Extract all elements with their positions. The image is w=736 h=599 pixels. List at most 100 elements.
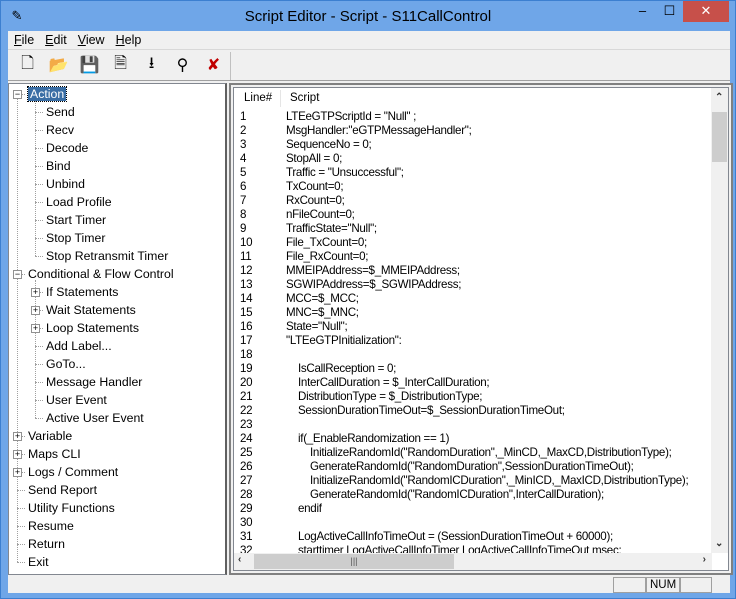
tree-item-logs-comment[interactable]: Logs / Comment bbox=[28, 464, 118, 481]
find-button[interactable]: ⚲ bbox=[167, 53, 198, 77]
vertical-scrollbar[interactable]: ⌃ ⌄ bbox=[711, 88, 728, 553]
menu-bar: File Edit View Help bbox=[8, 31, 730, 49]
tree-item-return[interactable]: Return bbox=[28, 536, 65, 553]
insert-button[interactable]: ⭳ bbox=[136, 53, 167, 77]
script-text: GenerateRandomId("RandomICDuration",Inte… bbox=[310, 488, 604, 501]
horizontal-scrollbar[interactable]: ‹ ||| › bbox=[234, 553, 712, 570]
menu-help[interactable]: Help bbox=[112, 31, 149, 48]
tree-item-loop-statements[interactable]: Loop Statements bbox=[46, 320, 139, 337]
tree-item-recv[interactable]: Recv bbox=[46, 122, 74, 139]
scroll-up-icon[interactable]: ⌃ bbox=[715, 92, 723, 103]
close-button[interactable]: ✕ bbox=[683, 1, 729, 22]
scroll-left-icon[interactable]: ‹ bbox=[238, 554, 241, 565]
expand-icon[interactable]: + bbox=[31, 306, 40, 315]
line-number: 30 bbox=[240, 516, 253, 529]
scroll-right-icon[interactable]: › bbox=[703, 554, 706, 565]
script-text: endif bbox=[298, 502, 322, 515]
script-text: SGWIPAddress=$_SGWIPAddress; bbox=[286, 278, 462, 291]
tree-item-conditional-flow-control[interactable]: Conditional & Flow Control bbox=[28, 266, 174, 283]
script-text: State="Null"; bbox=[286, 320, 348, 333]
save-button[interactable]: 💾 bbox=[74, 53, 105, 77]
script-text: SessionDurationTimeOut=$_SessionDuration… bbox=[298, 404, 565, 417]
line-number: 31 bbox=[240, 530, 253, 543]
column-header-script[interactable]: Script bbox=[290, 92, 319, 104]
open-folder-button[interactable]: 📂 bbox=[43, 53, 74, 77]
script-text: InitializeRandomId("RandomDuration",_Min… bbox=[310, 446, 672, 459]
tree-item-active-user-event[interactable]: Active User Event bbox=[46, 410, 144, 427]
open-folder-icon: 📂 bbox=[48, 57, 69, 74]
script-text: InitializeRandomId("RandomICDuration",_M… bbox=[310, 474, 689, 487]
line-number: 10 bbox=[240, 236, 253, 249]
menu-view[interactable]: View bbox=[74, 31, 112, 48]
line-number: 4 bbox=[240, 152, 247, 165]
maximize-button[interactable]: ☐ bbox=[656, 1, 683, 22]
tree-item-bind[interactable]: Bind bbox=[46, 158, 71, 175]
status-pane-3 bbox=[680, 577, 712, 593]
line-number: 3 bbox=[240, 138, 247, 151]
action-tree[interactable]: − Action Send Recv Decode Bind Unbind Load Prof… bbox=[8, 83, 227, 575]
export-icon: 🗎 bbox=[114, 54, 127, 72]
menu-file[interactable]: File bbox=[10, 31, 41, 48]
expand-icon[interactable]: + bbox=[13, 468, 22, 477]
delete-icon: ✘ bbox=[206, 57, 221, 74]
tree-item-send-report[interactable]: Send Report bbox=[28, 482, 97, 499]
window-title: Script Editor - Script - S11CallControl bbox=[244, 8, 492, 25]
tree-item-add-label[interactable]: Add Label... bbox=[46, 338, 112, 355]
minimize-button[interactable]: – bbox=[629, 1, 656, 22]
tree-item-exit[interactable]: Exit bbox=[28, 554, 49, 571]
line-number: 14 bbox=[240, 292, 253, 305]
menu-edit[interactable]: Edit bbox=[41, 31, 74, 48]
line-number: 9 bbox=[240, 222, 247, 235]
script-text: Traffic = "Unsuccessful"; bbox=[286, 166, 404, 179]
tree-item-utility-functions[interactable]: Utility Functions bbox=[28, 500, 115, 517]
scroll-down-icon[interactable]: ⌄ bbox=[715, 538, 723, 549]
line-number: 6 bbox=[240, 180, 247, 193]
tree-item-start-timer[interactable]: Start Timer bbox=[46, 212, 106, 229]
collapse-icon[interactable]: − bbox=[13, 270, 22, 279]
horizontal-scroll-thumb[interactable]: ||| bbox=[254, 554, 454, 569]
expand-icon[interactable]: + bbox=[13, 450, 22, 459]
new-icon: 🗋 bbox=[21, 54, 34, 72]
tree-item-stop-retransmit-timer[interactable]: Stop Retransmit Timer bbox=[46, 248, 168, 265]
status-num: NUM bbox=[646, 577, 680, 593]
script-editor-window: ✎ Script Editor - Script - S11CallContro… bbox=[0, 0, 736, 599]
expand-icon[interactable]: + bbox=[31, 324, 40, 333]
list-header: Line# Script bbox=[234, 88, 712, 109]
line-number: 23 bbox=[240, 418, 253, 431]
tree-item-user-event[interactable]: User Event bbox=[46, 392, 107, 409]
line-number: 2 bbox=[240, 124, 247, 137]
insert-icon: ⭳ bbox=[148, 54, 155, 72]
export-button[interactable]: 🗎 bbox=[105, 53, 136, 77]
line-number: 24 bbox=[240, 432, 253, 445]
tree-item-load-profile[interactable]: Load Profile bbox=[46, 194, 112, 211]
line-number: 18 bbox=[240, 348, 253, 361]
delete-button[interactable]: ✘ bbox=[198, 53, 229, 77]
expand-icon[interactable]: + bbox=[13, 432, 22, 441]
line-number: 5 bbox=[240, 166, 247, 179]
tree-item-send[interactable]: Send bbox=[46, 104, 75, 121]
collapse-icon[interactable]: − bbox=[13, 90, 22, 99]
tree-item-goto[interactable]: GoTo... bbox=[46, 356, 86, 373]
column-header-line[interactable]: Line# bbox=[244, 92, 272, 104]
tree-item-message-handler[interactable]: Message Handler bbox=[46, 374, 142, 391]
script-text: MMEIPAddress=$_MMEIPAddress; bbox=[286, 264, 460, 277]
expand-icon[interactable]: + bbox=[31, 288, 40, 297]
tree-item-resume[interactable]: Resume bbox=[28, 518, 74, 535]
script-text: LogActiveCallInfoTimeOut = (SessionDurat… bbox=[298, 530, 613, 543]
toolbar: 🗋 📂 💾 🗎 ⭳ ⚲ ✘ bbox=[8, 49, 730, 81]
tree-item-variable[interactable]: Variable bbox=[28, 428, 72, 445]
tree-item-maps-cli[interactable]: Maps CLI bbox=[28, 446, 81, 463]
tree-item-stop-timer[interactable]: Stop Timer bbox=[46, 230, 105, 247]
line-number: 7 bbox=[240, 194, 247, 207]
tree-item-unbind[interactable]: Unbind bbox=[46, 176, 85, 193]
tree-item-if-statements[interactable]: If Statements bbox=[46, 284, 118, 301]
vertical-scroll-thumb[interactable] bbox=[712, 112, 727, 162]
tree-item-decode[interactable]: Decode bbox=[46, 140, 88, 157]
tree-item-wait-statements[interactable]: Wait Statements bbox=[46, 302, 136, 319]
script-text: StopAll = 0; bbox=[286, 152, 343, 165]
tree-item-action[interactable]: Action bbox=[26, 86, 68, 103]
new-button[interactable]: 🗋 bbox=[12, 53, 43, 77]
script-list[interactable]: Line# Script 1 LTEeGTPScriptId = "Null" ;… bbox=[233, 87, 729, 571]
script-text: LTEeGTPScriptId = "Null" ; bbox=[286, 110, 417, 123]
line-number: 28 bbox=[240, 488, 253, 501]
